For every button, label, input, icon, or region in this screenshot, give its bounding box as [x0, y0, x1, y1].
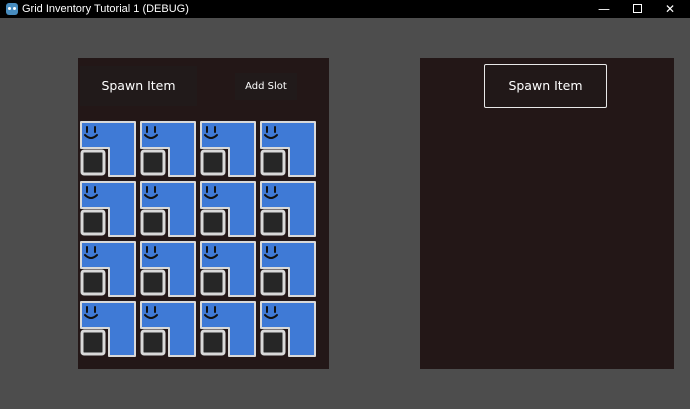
inventory-slot[interactable] [259, 240, 319, 300]
title-bar[interactable]: Grid Inventory Tutorial 1 (DEBUG) — ✕ [0, 0, 690, 18]
empty-slot-square [200, 329, 226, 356]
inventory-slot[interactable] [199, 180, 259, 240]
maximize-button[interactable] [620, 0, 654, 18]
window-title: Grid Inventory Tutorial 1 (DEBUG) [22, 3, 189, 15]
inventory-slot[interactable] [79, 120, 139, 180]
spawn-item-button-right[interactable]: Spawn Item [484, 64, 607, 108]
inventory-slot[interactable] [199, 300, 259, 360]
inventory-slot[interactable] [79, 180, 139, 240]
inventory-slot[interactable] [139, 240, 199, 300]
empty-slot-square [200, 209, 226, 236]
inventory-slot[interactable] [79, 240, 139, 300]
inventory-slot[interactable] [259, 180, 319, 240]
empty-slot-square [260, 329, 286, 356]
spawn-item-button-left[interactable]: Spawn Item [80, 66, 197, 106]
inventory-slot[interactable] [199, 240, 259, 300]
inventory-slot[interactable] [259, 300, 319, 360]
empty-slot-square [140, 209, 166, 236]
empty-slot-square [80, 269, 106, 296]
godot-app-icon [6, 3, 18, 15]
empty-slot-square [140, 269, 166, 296]
empty-slot-square [260, 269, 286, 296]
maximize-icon [632, 4, 642, 13]
inventory-grid [78, 120, 319, 360]
empty-slot-square [140, 149, 166, 176]
inventory-slot[interactable] [259, 120, 319, 180]
inventory-slot[interactable] [199, 120, 259, 180]
empty-slot-square [260, 209, 286, 236]
inventory-slot[interactable] [79, 300, 139, 360]
empty-slot-square [80, 209, 106, 236]
close-button[interactable]: ✕ [653, 0, 687, 18]
minimize-button[interactable]: — [587, 0, 621, 18]
inventory-slot[interactable] [139, 300, 199, 360]
inventory-slot[interactable] [139, 120, 199, 180]
empty-slot-square [80, 329, 106, 356]
inventory-panel-right: Spawn Item [420, 58, 674, 369]
inventory-slot[interactable] [139, 180, 199, 240]
empty-slot-square [260, 149, 286, 176]
empty-slot-square [140, 329, 166, 356]
empty-slot-square [80, 149, 106, 176]
add-slot-button[interactable]: Add Slot [235, 73, 297, 100]
empty-slot-square [200, 269, 226, 296]
empty-slot-square [200, 149, 226, 176]
